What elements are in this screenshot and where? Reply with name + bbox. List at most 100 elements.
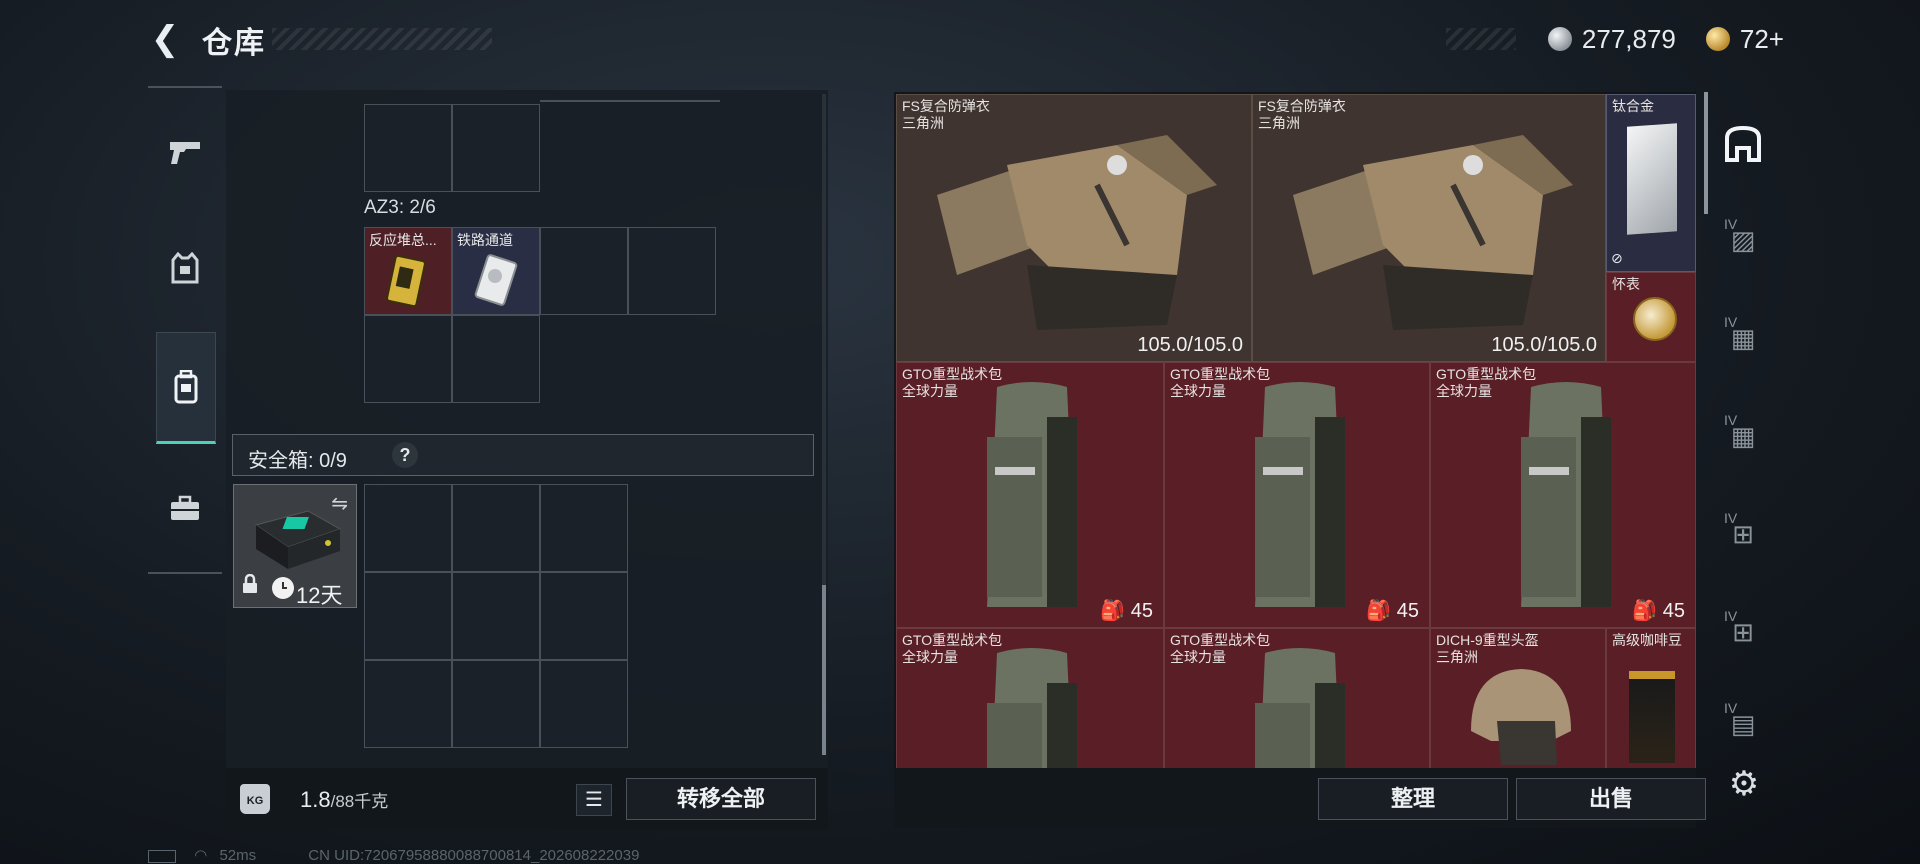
inventory-scroll-thumb[interactable] <box>822 585 826 755</box>
stash-item-backpack[interactable]: GTO重型战术包 全球力量 🎒 45 <box>1430 362 1696 628</box>
tab-level: IV <box>1724 700 1738 716</box>
weight-kg-icon: KG <box>240 784 270 814</box>
ping: 52ms <box>219 847 257 864</box>
tab-level: IV <box>1724 314 1738 330</box>
container-label: AZ3: 2/6 <box>364 197 436 218</box>
keycard-icon <box>474 254 518 306</box>
gear-icon[interactable]: ⚙ <box>1722 762 1766 806</box>
stash-item-backpack[interactable]: GTO重型战术包 全球力量 <box>1164 628 1430 768</box>
item-name: 钛合金 <box>1612 98 1654 114</box>
status-bar: ◠ 52ms CN UID:72067958880088700814_20260… <box>148 846 639 864</box>
item-subtitle: 全球力量 <box>1436 383 1492 399</box>
lock-icon <box>242 573 258 599</box>
stash-tab-5-icon[interactable]: IV ⊞ <box>1716 592 1770 672</box>
page-title: 仓库 <box>202 27 266 60</box>
safebox-slot[interactable] <box>540 572 628 660</box>
item-slot[interactable]: 铁路通道 <box>452 227 540 315</box>
safebox-slot[interactable] <box>540 660 628 748</box>
safe-case-icon <box>254 510 342 569</box>
item-subtitle: 全球力量 <box>1170 383 1226 399</box>
grid-edge <box>540 100 720 102</box>
item-slot[interactable]: 反应堆总... <box>364 227 452 315</box>
keycard-icon <box>386 254 426 308</box>
grid-cell[interactable] <box>364 104 452 192</box>
safebox-slot[interactable] <box>452 572 540 660</box>
item-name: 怀表 <box>1612 276 1640 292</box>
help-button[interactable]: ? <box>392 442 418 468</box>
left-category-nav <box>148 86 222 574</box>
grid-cell[interactable] <box>364 315 452 403</box>
capacity-value: 45 <box>1130 600 1153 622</box>
currency-decoration <box>1446 28 1516 50</box>
grid-cell[interactable] <box>452 315 540 403</box>
stash-scrollbar[interactable] <box>1704 92 1708 214</box>
capacity: 🎒 45 <box>1366 600 1419 622</box>
stash-tab-1-icon[interactable]: IV ▨ <box>1716 200 1770 280</box>
gold-amount[interactable]: 72+ <box>1740 24 1784 55</box>
stash-item-vest[interactable]: FS复合防弹衣 三角洲 105.0/105.0 <box>1252 94 1606 362</box>
list-view-button[interactable]: ☰ <box>576 784 612 816</box>
uid: CN UID:72067958880088700814_202608222039 <box>308 847 640 864</box>
capacity: 🎒 45 <box>1632 600 1685 622</box>
backpack-item-icon <box>1521 382 1611 607</box>
sell-button[interactable]: 出售 <box>1516 778 1706 820</box>
clock-icon <box>272 577 294 599</box>
briefcase-icon[interactable] <box>156 454 214 562</box>
backpack-item-icon <box>1255 648 1345 768</box>
backpack-icon[interactable] <box>156 332 216 444</box>
capacity-value: 45 <box>1662 600 1685 622</box>
transfer-all-button[interactable]: 转移全部 <box>626 778 816 820</box>
wifi-icon: ◠ <box>194 847 208 864</box>
stash-item-backpack[interactable]: GTO重型战术包 全球力量 🎒 45 <box>896 362 1164 628</box>
safebox-slot[interactable] <box>540 484 628 572</box>
backpack-item-icon <box>987 648 1077 768</box>
item-name: 反应堆总... <box>369 232 437 248</box>
expiry-days: 12天 <box>296 583 343 608</box>
grid-cell[interactable] <box>540 227 628 315</box>
backpack-item-icon <box>1255 382 1345 607</box>
stash-item-vest[interactable]: FS复合防弹衣 三角洲 105.0/105.0 <box>896 94 1252 362</box>
coffee-bag-icon <box>1629 671 1675 763</box>
helmet-icon <box>1471 669 1571 765</box>
currency-display: 277,879 72+ <box>1547 22 1784 56</box>
stash-tab-6-icon[interactable]: IV ▤ <box>1716 684 1770 764</box>
stash-item-backpack[interactable]: GTO重型战术包 全球力量 🎒 45 <box>1164 362 1430 628</box>
safebox-slot[interactable] <box>364 572 452 660</box>
sort-button[interactable]: 整理 <box>1318 778 1508 820</box>
body-armor-icon <box>937 135 1217 330</box>
grid-cell[interactable] <box>452 104 540 192</box>
vest-icon[interactable] <box>156 214 214 322</box>
tab-level: IV <box>1724 412 1738 428</box>
weight-max: /88千克 <box>330 792 389 811</box>
stash-tab-3-icon[interactable]: IV ▦ <box>1716 396 1770 476</box>
safebox-slot[interactable] <box>452 660 540 748</box>
weight-value: 1.8 <box>300 787 331 812</box>
grid-cell[interactable] <box>628 227 716 315</box>
back-arrow-icon[interactable]: ❮ <box>148 22 182 56</box>
stash-tab-4-icon[interactable]: IV ⊞ <box>1716 494 1770 574</box>
stash-tab-2-icon[interactable]: IV ▦ <box>1716 298 1770 378</box>
swap-icon[interactable]: ⇋ <box>331 491 348 516</box>
stash-tabs: IV ▨ IV ▦ IV ▦ IV ⊞ IV ⊞ IV ▤ <box>1716 94 1770 764</box>
item-name: DICH-9重型头盔 <box>1436 632 1539 648</box>
stash-grid: FS复合防弹衣 三角洲 105.0/105.0 FS复合防弹衣 三角洲 105.… <box>896 94 1696 768</box>
pistol-icon[interactable] <box>156 98 214 206</box>
stash-home-icon[interactable] <box>1716 104 1770 184</box>
stash-item-titanium[interactable]: 钛合金 ⊘ <box>1606 94 1696 272</box>
silver-coin-icon <box>1547 27 1572 51</box>
safebox-slot[interactable] <box>452 484 540 572</box>
item-name: FS复合防弹衣 <box>1258 98 1346 114</box>
stash-item-backpack[interactable]: GTO重型战术包 全球力量 <box>896 628 1164 768</box>
durability: 105.0/105.0 <box>1137 334 1243 356</box>
tab-level: IV <box>1724 608 1738 624</box>
item-name: 铁路通道 <box>457 232 513 248</box>
title-decoration <box>272 28 492 50</box>
stash-item-watch[interactable]: 怀表 <box>1606 272 1696 362</box>
capacity-value: 45 <box>1396 600 1419 622</box>
safebox-slot[interactable] <box>364 660 452 748</box>
stash-item-helmet[interactable]: DICH-9重型头盔 三角洲 <box>1430 628 1606 768</box>
durability: 105.0/105.0 <box>1491 334 1597 356</box>
safebox-slot[interactable] <box>364 484 452 572</box>
item-name: 高级咖啡豆 <box>1612 632 1682 648</box>
stash-item-coffee[interactable]: 高级咖啡豆 <box>1606 628 1696 768</box>
